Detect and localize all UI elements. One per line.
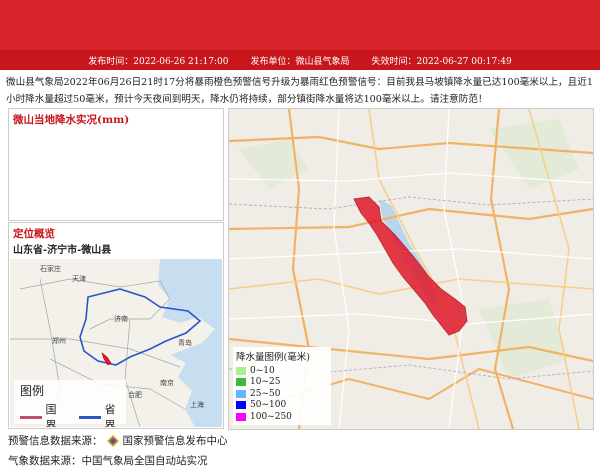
map-label: 合肥 [128,390,142,399]
rainfall-legend-label: 25~50 [250,388,281,399]
map-label: 郑州 [52,337,66,345]
rainfall-legend-label: 50~100 [250,400,287,411]
rainfall-legend-swatch [236,378,246,387]
rainfall-legend-swatch [236,412,246,421]
publisher: 发布单位：微山县气象局 [250,56,350,67]
map-label: 天津 [72,275,86,283]
rain-panel-title: 微山当地降水实况(mm) [13,114,130,126]
overview-legend: 图例 国界 省界 [14,380,126,427]
map-label: 青岛 [178,338,192,347]
province-border-swatch [79,415,101,419]
rainfall-legend: 降水量图例(毫米) 0~10 10~25 25~50 50~100 100~250 [233,347,331,425]
rainfall-legend-swatch [236,389,246,398]
header-banner [0,0,600,50]
map-label: 济南 [114,314,128,323]
source-name-link[interactable]: 国家预警信息发布中心 [123,433,228,448]
expire-time: 失效时间：2022-06-27 00:17:49 [371,56,512,67]
rainfall-legend-label: 100~250 [250,411,292,422]
location-path: 山东省-济宁市-微山县 [13,245,112,256]
map-label: 南京 [160,378,174,387]
rain-observation-panel: 微山当地降水实况(mm) [8,108,224,221]
national-border-swatch [20,415,42,419]
publish-time: 发布时间：2022-06-26 21:17:00 [88,56,229,67]
overview-legend-title: 图例 [20,384,45,398]
rainfall-legend-row: 10~25 [233,377,331,389]
map-label: 上海 [190,400,204,409]
rainfall-legend-swatch [236,401,246,410]
warning-meta-bar: 发布时间：2022-06-26 21:17:00 发布单位：微山县气象局 失效时… [0,50,600,70]
legend-label: 省界 [104,403,116,427]
rainfall-legend-title: 降水量图例(毫米) [236,352,310,363]
rainfall-legend-label: 0~10 [250,365,275,376]
source-label: 预警信息数据来源： [8,435,103,447]
rainfall-legend-row: 50~100 [233,400,331,412]
rainfall-legend-swatch [236,366,246,375]
warning-center-logo-icon [106,434,119,447]
rainfall-legend-row: 25~50 [233,388,331,400]
location-overview-panel: 定位概览 山东省-济宁市-微山县 天津 石家庄 济南 郑州 合肥 南京 上海 青… [8,222,224,429]
rainfall-legend-row: 0~10 [233,365,331,377]
warning-source-line: 预警信息数据来源： 国家预警信息发布中心 [8,433,228,448]
legend-label: 国界 [45,403,57,427]
rainfall-legend-label: 10~25 [250,377,281,388]
legend-row-national-border: 国界 省界 [14,401,126,427]
map-label: 石家庄 [40,264,61,273]
warning-description: 微山县气象局2022年06月26日21时17分将暴雨橙色预警信号升级为暴雨红色预… [6,77,593,105]
rainfall-legend-row: 100~250 [233,411,331,423]
overview-map[interactable]: 天津 石家庄 济南 郑州 合肥 南京 上海 青岛 图例 国界 省界 [10,259,222,427]
weather-source-line: 气象数据来源：中国气象局全国自动站实况 [8,455,208,467]
